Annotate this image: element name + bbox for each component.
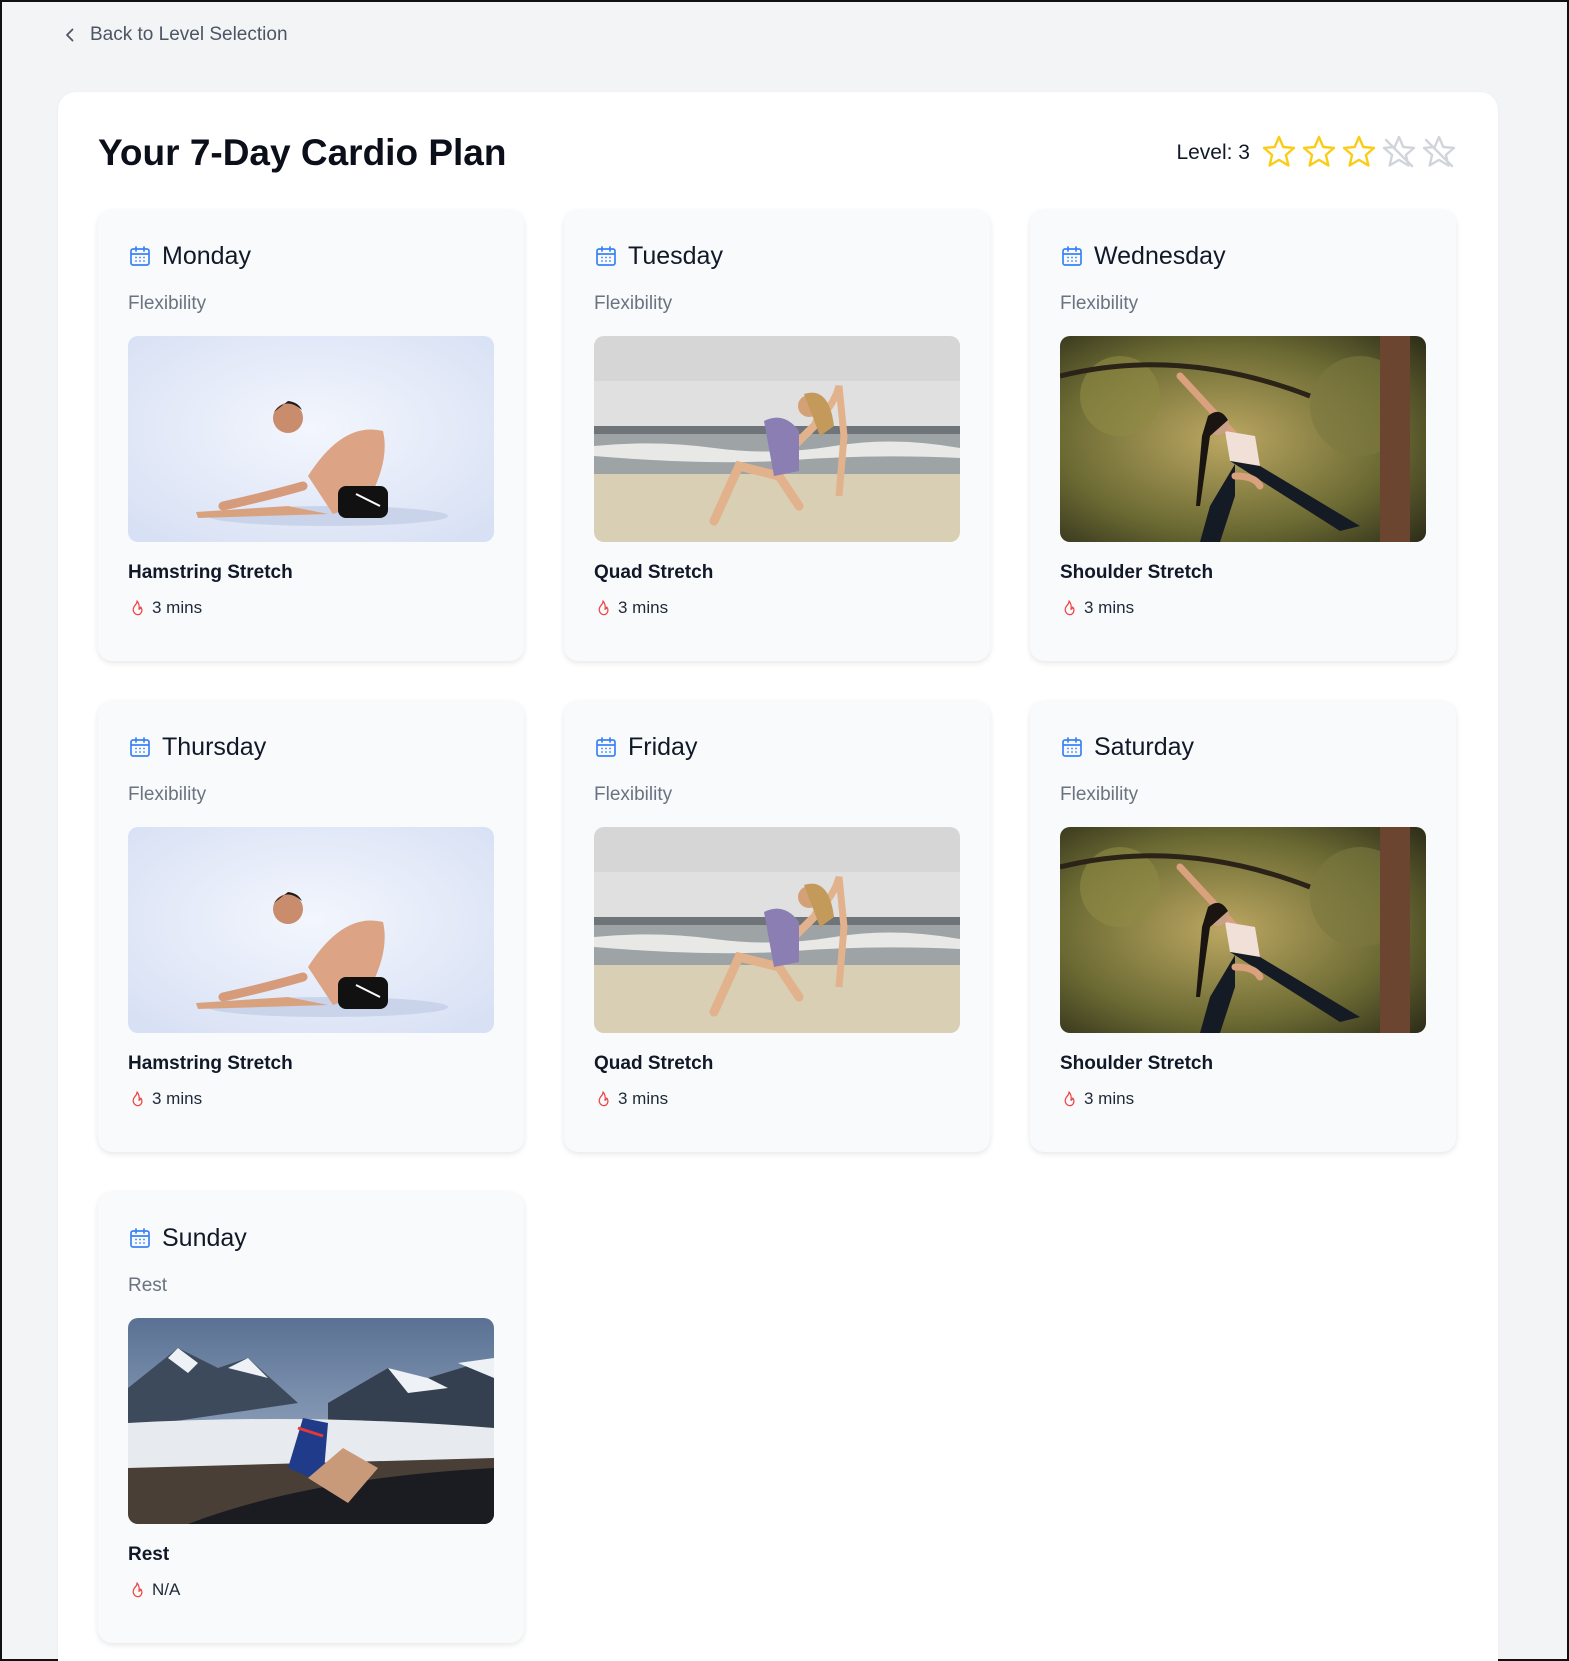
day-card-tuesday[interactable]: Tuesday Flexibility Quad Stretch 3 mins bbox=[564, 210, 990, 661]
calendar-icon bbox=[130, 246, 150, 266]
exercise-image bbox=[1060, 827, 1426, 1033]
exercise-image bbox=[594, 827, 960, 1033]
workout-category: Flexibility bbox=[594, 784, 673, 805]
flame-icon bbox=[132, 1582, 143, 1598]
day-card-saturday[interactable]: Saturday Flexibility Shoulder Stretch 3 … bbox=[1030, 701, 1456, 1152]
flame-icon bbox=[1064, 600, 1075, 616]
day-name: Wednesday bbox=[1094, 241, 1226, 270]
day-card-monday[interactable]: Monday Flexibility Hamstring Stretch 3 m… bbox=[98, 210, 524, 661]
calendar-icon bbox=[130, 1228, 150, 1248]
star-filled-icon bbox=[1302, 135, 1336, 167]
workout-category: Flexibility bbox=[128, 293, 207, 314]
exercise-name: Shoulder Stretch bbox=[1060, 562, 1214, 583]
workout-category: Flexibility bbox=[128, 784, 207, 805]
workout-category: Flexibility bbox=[1060, 293, 1139, 314]
workout-category: Flexibility bbox=[1060, 784, 1139, 805]
level-label: Level: 3 bbox=[1176, 141, 1250, 164]
day-card-wednesday[interactable]: Wednesday Flexibility Shoulder Stretch 3… bbox=[1030, 210, 1456, 661]
day-card-friday[interactable]: Friday Flexibility Quad Stretch 3 mins bbox=[564, 701, 990, 1152]
day-name: Sunday bbox=[162, 1223, 247, 1252]
day-card-sunday[interactable]: Sunday Rest Rest N/A bbox=[98, 1192, 524, 1643]
exercise-name: Hamstring Stretch bbox=[128, 1053, 293, 1074]
star-filled-icon bbox=[1342, 135, 1376, 167]
exercise-image bbox=[128, 827, 494, 1033]
exercise-image bbox=[128, 1318, 494, 1524]
calendar-icon bbox=[130, 737, 150, 757]
level-stars bbox=[1260, 134, 1458, 172]
workout-category: Flexibility bbox=[594, 293, 673, 314]
day-name: Monday bbox=[162, 241, 251, 270]
exercise-duration: 3 mins bbox=[618, 1089, 669, 1108]
exercise-name: Shoulder Stretch bbox=[1060, 1053, 1214, 1074]
calendar-icon bbox=[596, 246, 616, 266]
flame-icon bbox=[598, 600, 609, 616]
back-link-label: Back to Level Selection bbox=[90, 24, 288, 45]
exercise-duration: 3 mins bbox=[1084, 1089, 1135, 1108]
day-name: Friday bbox=[628, 732, 698, 761]
exercise-duration: N/A bbox=[152, 1580, 181, 1599]
page-title: Your 7-Day Cardio Plan bbox=[98, 132, 507, 173]
exercise-image bbox=[1060, 336, 1426, 542]
calendar-icon bbox=[1062, 246, 1082, 266]
calendar-icon bbox=[1062, 737, 1082, 757]
level-indicator: Level: 3 bbox=[1176, 134, 1458, 172]
exercise-image bbox=[128, 336, 494, 542]
day-card-thursday[interactable]: Thursday Flexibility Hamstring Stretch 3… bbox=[98, 701, 524, 1152]
back-to-level-selection-link[interactable]: Back to Level Selection bbox=[62, 24, 288, 46]
day-name: Thursday bbox=[162, 732, 267, 761]
exercise-image bbox=[594, 336, 960, 542]
exercise-name: Hamstring Stretch bbox=[128, 562, 293, 583]
day-name: Tuesday bbox=[628, 241, 723, 270]
flame-icon bbox=[132, 600, 143, 616]
flame-icon bbox=[132, 1091, 143, 1107]
plan-panel: Your 7-Day Cardio Plan Level: 3 Monday F… bbox=[58, 92, 1498, 1661]
exercise-duration: 3 mins bbox=[1084, 598, 1135, 617]
exercise-name: Rest bbox=[128, 1544, 170, 1565]
chevron-left-icon bbox=[66, 28, 74, 42]
exercise-duration: 3 mins bbox=[618, 598, 669, 617]
star-empty-icon bbox=[1382, 135, 1416, 168]
exercise-name: Quad Stretch bbox=[594, 1053, 714, 1074]
workout-category: Rest bbox=[128, 1275, 168, 1296]
calendar-icon bbox=[596, 737, 616, 757]
star-empty-icon bbox=[1422, 135, 1456, 168]
flame-icon bbox=[598, 1091, 609, 1107]
day-card-grid: Monday Flexibility Hamstring Stretch 3 m… bbox=[98, 210, 1456, 1643]
exercise-name: Quad Stretch bbox=[594, 562, 714, 583]
day-name: Saturday bbox=[1094, 732, 1195, 761]
exercise-duration: 3 mins bbox=[152, 1089, 203, 1108]
flame-icon bbox=[1064, 1091, 1075, 1107]
star-filled-icon bbox=[1262, 135, 1296, 167]
exercise-duration: 3 mins bbox=[152, 598, 203, 617]
